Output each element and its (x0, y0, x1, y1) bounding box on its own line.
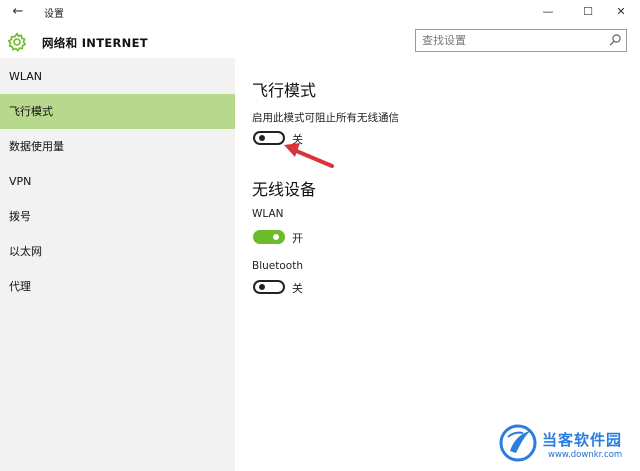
airplane-mode-heading: 飞行模式 (252, 81, 317, 100)
back-button[interactable]: ← (4, 2, 32, 22)
search-icon[interactable] (608, 33, 622, 48)
window-title: 设置 (44, 9, 64, 20)
toggle-knob (273, 234, 279, 240)
minimize-button[interactable]: — (532, 2, 564, 22)
sidebar-item-proxy[interactable]: 代理 (0, 269, 235, 304)
bluetooth-label: Bluetooth (252, 260, 303, 272)
watermark-logo-icon (499, 424, 537, 462)
sidebar-item-ethernet[interactable]: 以太网 (0, 234, 235, 269)
wlan-state: 开 (292, 232, 303, 245)
title-bar: ← 设置 — ☐ ✕ (0, 0, 640, 24)
airplane-mode-description: 启用此模式可阻止所有无线通信 (252, 112, 399, 124)
bluetooth-toggle[interactable] (253, 280, 285, 294)
watermark-title: 当客软件园 (542, 431, 623, 449)
sidebar-item-wlan[interactable]: WLAN (0, 59, 235, 94)
bluetooth-state: 关 (292, 282, 303, 295)
back-arrow-icon: ← (12, 4, 24, 19)
sidebar-item-vpn[interactable]: VPN (0, 164, 235, 199)
sidebar-item-airplane-mode[interactable]: 飞行模式 (0, 94, 235, 129)
sidebar: WLAN 飞行模式 数据使用量 VPN 拨号 以太网 代理 (0, 58, 235, 471)
annotation-arrow-icon (284, 143, 334, 168)
sidebar-item-dial-up[interactable]: 拨号 (0, 199, 235, 234)
minimize-icon: — (542, 5, 554, 18)
wlan-toggle[interactable] (253, 230, 285, 244)
search-box[interactable] (415, 29, 627, 52)
toggle-knob (259, 135, 265, 141)
section-title: 网络和 INTERNET (42, 36, 148, 50)
close-icon: ✕ (616, 5, 626, 18)
maximize-icon: ☐ (583, 5, 593, 18)
sidebar-item-data-usage[interactable]: 数据使用量 (0, 129, 235, 164)
search-input[interactable] (422, 33, 602, 48)
wlan-label: WLAN (252, 208, 284, 220)
main-content: 飞行模式 启用此模式可阻止所有无线通信 关 无线设备 WLAN 开 Blueto… (235, 58, 640, 471)
gear-icon (7, 32, 27, 52)
maximize-button[interactable]: ☐ (572, 2, 604, 22)
close-button[interactable]: ✕ (605, 2, 637, 22)
toggle-knob (259, 284, 265, 290)
wireless-devices-heading: 无线设备 (252, 180, 317, 199)
watermark-url: www.downkr.com (548, 450, 623, 460)
settings-header: 网络和 INTERNET (0, 24, 640, 58)
